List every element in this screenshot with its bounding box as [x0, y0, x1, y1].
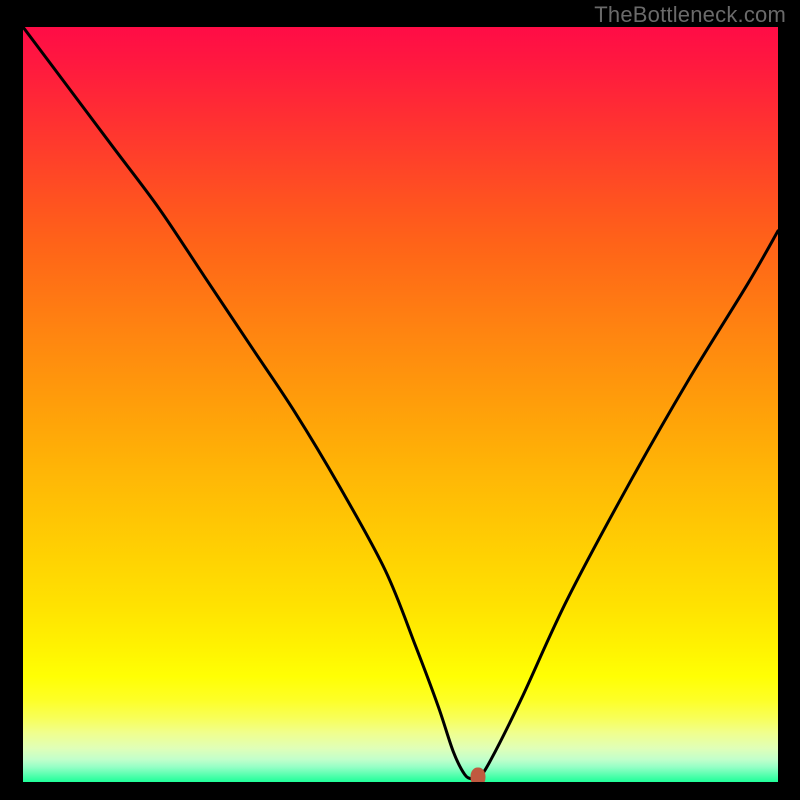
curve-svg	[23, 27, 778, 782]
watermark-text: TheBottleneck.com	[594, 2, 786, 28]
bottleneck-curve-path	[23, 27, 778, 781]
plot-area	[23, 27, 778, 782]
chart-container: TheBottleneck.com	[0, 0, 800, 800]
minimum-marker	[471, 768, 486, 782]
